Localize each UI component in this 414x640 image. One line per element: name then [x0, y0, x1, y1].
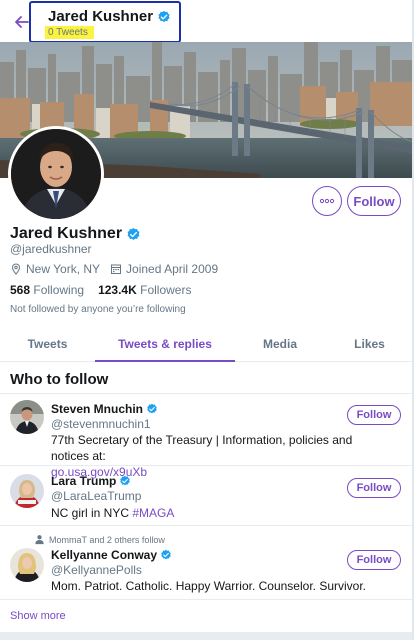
divider: [0, 599, 414, 600]
verified-badge-icon: [127, 227, 140, 240]
section-separator: [0, 632, 414, 640]
user-handle: @stevenmnuchin1: [51, 417, 151, 431]
following-stat[interactable]: 568 Following: [10, 283, 84, 297]
user-bio: Mom. Patriot. Catholic. Happy Warrior. C…: [51, 579, 366, 593]
verified-badge-icon: [161, 549, 171, 560]
follow-button[interactable]: Follow: [347, 478, 401, 498]
user-name-text: Steven Mnuchin: [51, 402, 144, 416]
user-name[interactable]: Kellyanne Conway: [51, 548, 172, 562]
more-options-button[interactable]: [312, 186, 342, 216]
location-pin-icon: [11, 263, 21, 275]
follow-button[interactable]: Follow: [347, 550, 401, 570]
user-name[interactable]: Steven Mnuchin: [51, 402, 158, 416]
avatar[interactable]: [10, 474, 44, 508]
user-name-text: Lara Trump: [51, 474, 117, 488]
followers-count: 123.4K: [98, 283, 137, 297]
annotation-highlight-box: [29, 1, 181, 43]
tab-likes[interactable]: Likes: [325, 327, 414, 361]
verified-badge-icon: [120, 475, 131, 486]
profile-joined: Joined April 2009: [126, 262, 219, 276]
avatar-image: [10, 474, 44, 508]
user-bio: NC girl in NYC #MAGA: [51, 505, 371, 521]
profile-tabs: Tweets Tweets & replies Media Likes: [0, 327, 414, 362]
avatar[interactable]: [10, 548, 44, 582]
profile-avatar[interactable]: [8, 126, 104, 222]
avatar-image: [11, 129, 101, 219]
tab-tweets[interactable]: Tweets: [0, 327, 95, 361]
profile-name-text: Jared Kushner: [10, 225, 123, 242]
suggested-user[interactable]: Steven Mnuchin @stevenmnuchin1 77th Secr…: [0, 394, 414, 479]
profile-stats: 568 Following 123.4K Followers: [10, 283, 191, 297]
top-header: Jared Kushner 0 Tweets: [0, 0, 414, 43]
social-context: MommaT and 2 others follow: [34, 534, 165, 545]
not-followed-note: Not followed by anyone you’re following: [10, 304, 186, 315]
profile-name: Jared Kushner: [10, 225, 141, 243]
followers-label: Followers: [140, 283, 192, 297]
profile-location: New York, NY: [26, 262, 101, 276]
show-more-link[interactable]: Show more: [10, 610, 66, 622]
avatar-image: [10, 400, 44, 434]
suggested-user[interactable]: MommaT and 2 others follow Kellyanne Con…: [0, 526, 414, 598]
following-label: Following: [33, 283, 85, 297]
hashtag-link[interactable]: #MAGA: [132, 506, 174, 520]
avatar-image: [10, 548, 44, 582]
user-name[interactable]: Lara Trump: [51, 474, 131, 488]
follow-button[interactable]: Follow: [347, 405, 401, 425]
profile-handle: @jaredkushner: [10, 242, 92, 256]
more-dots-icon: [319, 198, 335, 204]
avatar[interactable]: [10, 400, 44, 434]
tab-tweets-replies[interactable]: Tweets & replies: [95, 327, 235, 362]
user-handle: @LaraLeaTrump: [51, 489, 142, 503]
social-context-text: MommaT and 2 others follow: [49, 534, 165, 545]
user-handle: @KellyannePolls: [51, 563, 142, 577]
user-bio-text: 77th Secretary of the Treasury | Informa…: [51, 433, 353, 463]
user-bio-text: NC girl in NYC: [51, 506, 133, 520]
profile-meta: New York, NY Joined April 2009: [10, 262, 218, 276]
calendar-icon: [111, 264, 122, 274]
suggested-user[interactable]: Lara Trump @LaraLeaTrump NC girl in NYC …: [0, 466, 414, 524]
user-name-text: Kellyanne Conway: [51, 548, 158, 562]
follow-button[interactable]: Follow: [347, 186, 401, 216]
tab-media[interactable]: Media: [235, 327, 325, 361]
person-icon: [35, 535, 44, 545]
who-to-follow-title: Who to follow: [10, 371, 109, 388]
verified-badge-icon: [147, 403, 157, 414]
following-count: 568: [10, 283, 31, 297]
followers-stat[interactable]: 123.4K Followers: [98, 283, 191, 297]
